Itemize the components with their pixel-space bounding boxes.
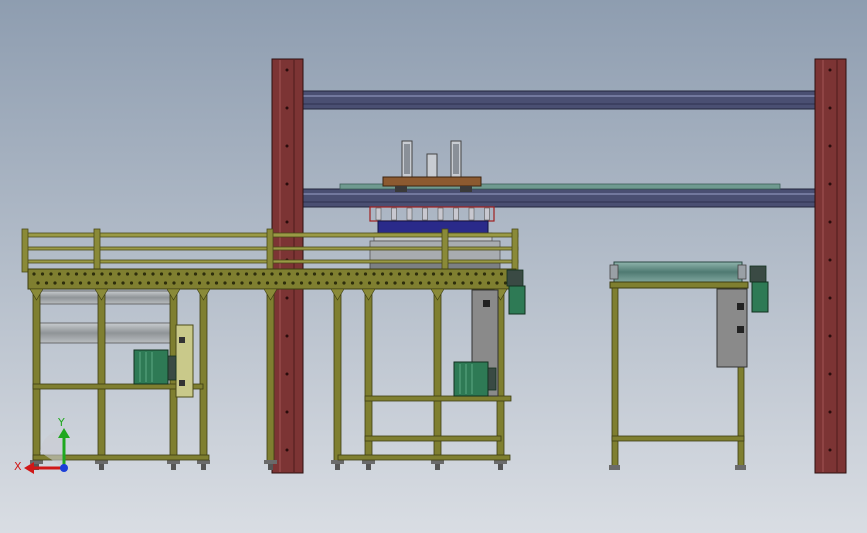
gantry-lower-beam[interactable] (299, 188, 819, 208)
electrical-panel-outfeed[interactable] (716, 288, 748, 368)
roller-lower[interactable] (35, 322, 177, 344)
gantry-upper-beam[interactable] (299, 90, 819, 110)
conveyor-legs (29, 288, 508, 470)
conveyor-gantry-assembly-drawing[interactable]: Y X (0, 0, 867, 533)
drive-motor-outfeed[interactable] (749, 265, 769, 313)
guard-rail[interactable] (21, 228, 519, 273)
triad-y-label: Y (57, 416, 65, 429)
triad-x-label: X (14, 460, 22, 473)
cad-viewport[interactable]: Y X (0, 0, 867, 533)
gantry-column-right[interactable] (814, 58, 847, 474)
gantry-column-left[interactable] (271, 58, 304, 474)
end-motor-main[interactable] (506, 269, 526, 315)
cylinder-center[interactable] (426, 153, 438, 179)
outfeed-glass-roller[interactable] (613, 261, 743, 283)
outfeed-top-rail[interactable] (609, 281, 749, 289)
conveyor-top-rail[interactable] (27, 268, 517, 290)
control-box-left[interactable] (175, 324, 194, 398)
fixture-plate[interactable] (382, 176, 482, 187)
